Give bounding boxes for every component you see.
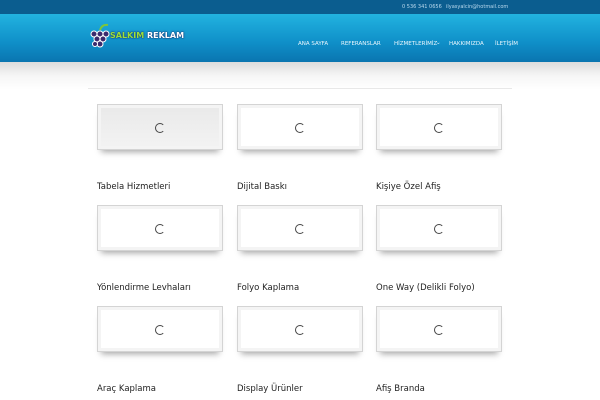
loading-spinner-icon xyxy=(155,325,165,335)
service-card[interactable]: Yönlendirme Levhaları xyxy=(97,205,223,293)
loading-spinner-icon xyxy=(434,123,444,133)
nav-contact[interactable]: İLETİŞİM xyxy=(495,41,518,47)
service-card[interactable]: Araç Kaplama xyxy=(97,306,223,394)
service-card[interactable]: Kişiye Özel Afiş xyxy=(376,104,502,192)
service-title[interactable]: Tabela Hizmetleri xyxy=(97,182,170,192)
nav-services[interactable]: HİZMETLERİMİZ xyxy=(394,41,437,47)
service-title[interactable]: Afiş Branda xyxy=(376,384,425,394)
loading-spinner-icon xyxy=(155,123,165,133)
email-link[interactable]: ilyasyalcin@hotmail.com xyxy=(446,4,508,10)
service-card[interactable]: One Way (Delikli Folyo) xyxy=(376,205,502,293)
chevron-down-icon: ⌄ xyxy=(436,40,441,46)
service-title[interactable]: Araç Kaplama xyxy=(97,384,156,394)
logo-text: SALKIM REKLAM xyxy=(110,31,185,40)
top-bar: 0 536 341 0656 ilyasyalcin@hotmail.com xyxy=(0,0,600,14)
divider xyxy=(88,88,512,89)
service-card[interactable]: Afiş Branda xyxy=(376,306,502,394)
service-image[interactable] xyxy=(237,205,363,251)
nav-references[interactable]: REFERANSLAR xyxy=(341,41,381,47)
service-image[interactable] xyxy=(97,205,223,251)
service-title[interactable]: Display Ürünler xyxy=(237,384,303,394)
loading-spinner-icon xyxy=(295,224,305,234)
service-image[interactable] xyxy=(97,306,223,352)
nav-about[interactable]: HAKKIMIZDA xyxy=(449,41,484,47)
loading-spinner-icon xyxy=(295,325,305,335)
service-image[interactable] xyxy=(376,205,502,251)
loading-spinner-icon xyxy=(295,123,305,133)
service-card[interactable]: Tabela Hizmetleri xyxy=(97,104,223,192)
service-card[interactable]: Display Ürünler xyxy=(237,306,363,394)
service-title[interactable]: Yönlendirme Levhaları xyxy=(97,283,191,293)
header-shadow-band xyxy=(0,62,600,90)
service-title[interactable]: Folyo Kaplama xyxy=(237,283,299,293)
service-card[interactable]: Dijital Baskı xyxy=(237,104,363,192)
nav-home[interactable]: ANA SAYFA xyxy=(298,41,328,47)
service-image[interactable] xyxy=(376,306,502,352)
header: SALKIM REKLAM ANA SAYFA REFERANSLAR HİZM… xyxy=(0,14,600,62)
phone-number: 0 536 341 0656 xyxy=(402,4,442,10)
grape-icon xyxy=(90,23,110,48)
service-image[interactable] xyxy=(237,104,363,150)
loading-spinner-icon xyxy=(434,325,444,335)
logo[interactable]: SALKIM REKLAM xyxy=(88,20,203,56)
service-image[interactable] xyxy=(97,104,223,150)
service-title[interactable]: Dijital Baskı xyxy=(237,182,287,192)
service-image[interactable] xyxy=(237,306,363,352)
loading-spinner-icon xyxy=(434,224,444,234)
service-title[interactable]: Kişiye Özel Afiş xyxy=(376,182,441,192)
service-image[interactable] xyxy=(376,104,502,150)
loading-spinner-icon xyxy=(155,224,165,234)
service-title[interactable]: One Way (Delikli Folyo) xyxy=(376,283,475,293)
service-card[interactable]: Folyo Kaplama xyxy=(237,205,363,293)
